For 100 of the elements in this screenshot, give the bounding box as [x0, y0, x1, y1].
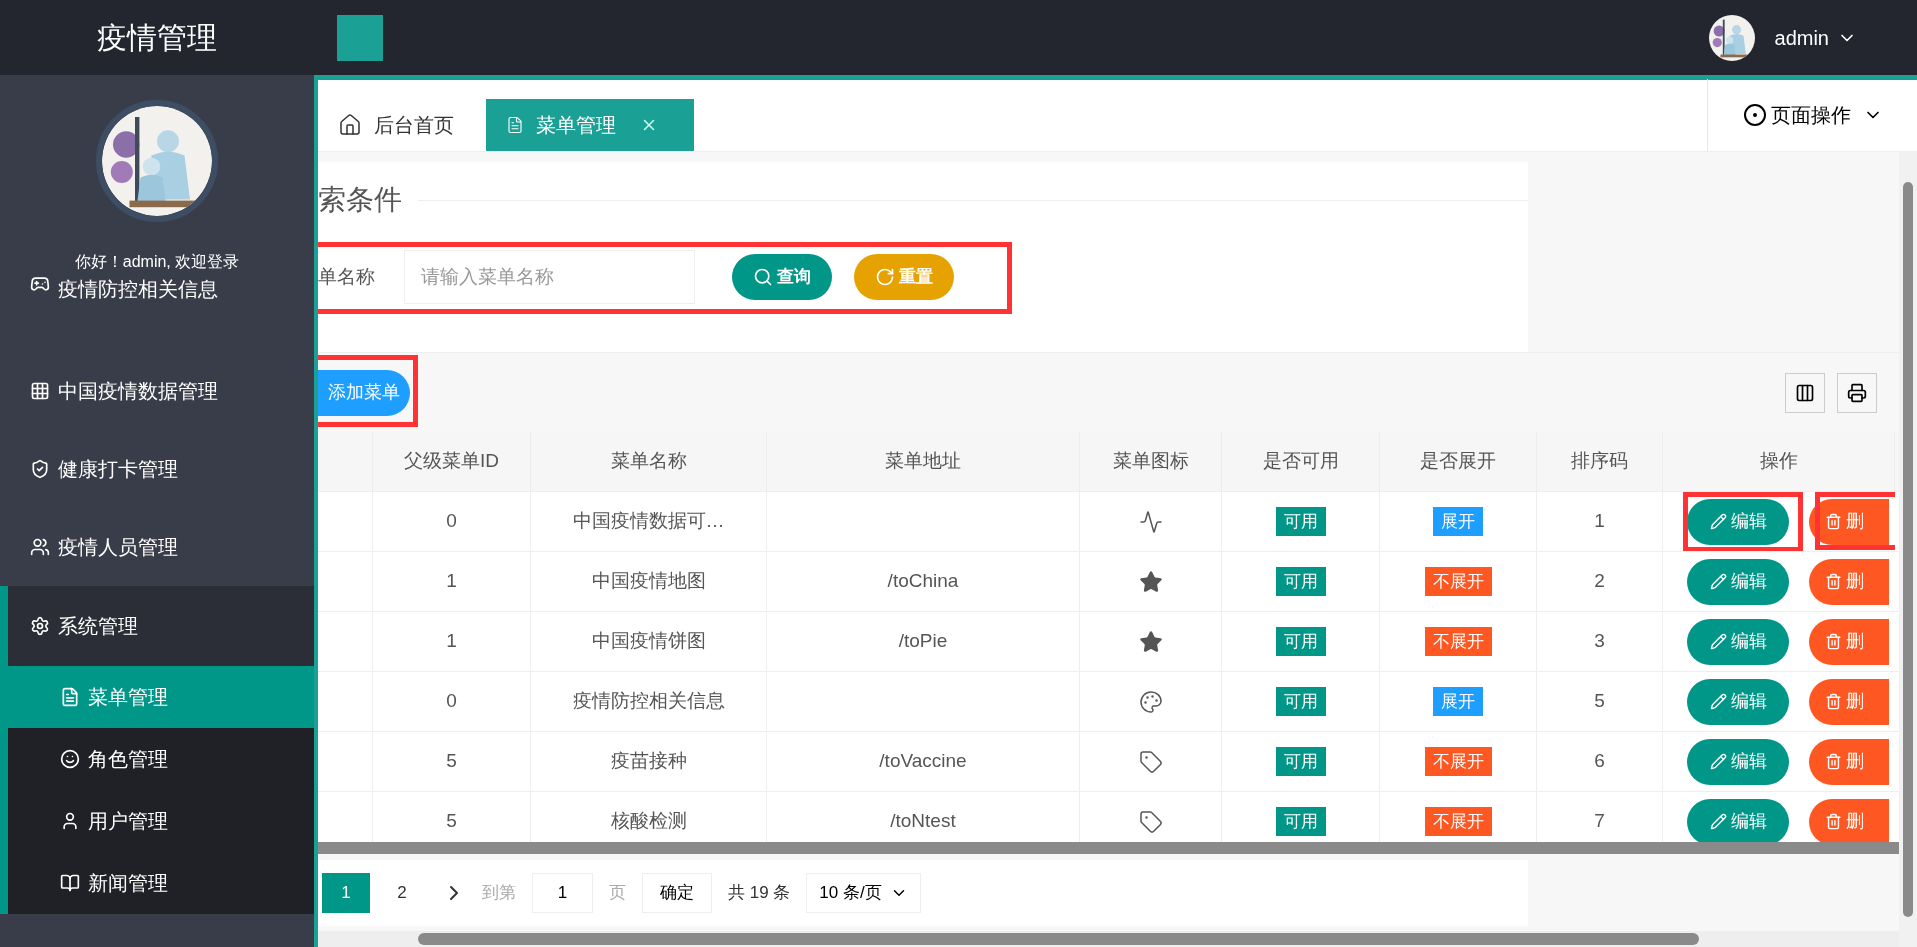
- delete-button[interactable]: 删: [1809, 558, 1889, 605]
- status-tag: 不展开: [1424, 746, 1492, 777]
- table-cell: 1: [1537, 492, 1663, 551]
- sidebar-item[interactable]: 健康打卡管理: [0, 430, 314, 508]
- gear-icon: [30, 616, 50, 636]
- sidebar-item[interactable]: 中国疫情数据管理: [0, 352, 314, 430]
- table-cell: 5: [373, 732, 531, 791]
- home-icon: [338, 113, 362, 137]
- column-header: 父级菜单ID: [373, 432, 531, 491]
- edit-button[interactable]: 编辑: [1687, 498, 1789, 545]
- pencil-icon: [1709, 753, 1727, 770]
- column-header: 是否展开: [1380, 432, 1537, 491]
- columns-icon: [1795, 382, 1815, 403]
- status-tag: 不展开: [1424, 626, 1492, 657]
- pencil-icon: [1709, 813, 1727, 830]
- trash-icon: [1825, 513, 1842, 530]
- table-cell: 中国疫情地图: [531, 552, 767, 611]
- grid-icon: [30, 381, 50, 401]
- trash-icon: [1825, 573, 1842, 590]
- submenu-item[interactable]: 用户管理: [8, 790, 314, 852]
- target-icon: [1742, 103, 1767, 127]
- edit-button[interactable]: 编辑: [1687, 618, 1789, 665]
- status-tag: 可用: [1275, 566, 1326, 597]
- sidebar-item[interactable]: 疫情人员管理: [0, 508, 314, 586]
- delete-button[interactable]: 删: [1809, 798, 1889, 842]
- submenu-item[interactable]: 新闻管理: [8, 852, 314, 914]
- page-button[interactable]: 2: [378, 873, 426, 913]
- status-tag: 展开: [1433, 506, 1483, 537]
- status-tag: 可用: [1275, 506, 1326, 537]
- pencil-icon: [1709, 693, 1727, 710]
- user-menu[interactable]: admin: [1774, 22, 1857, 53]
- section-title: 索条件: [318, 183, 402, 217]
- book-icon: [60, 873, 80, 893]
- goto-label: 到第: [482, 882, 516, 905]
- pencil-icon: [1709, 633, 1727, 650]
- status-tag: 可用: [1275, 626, 1326, 657]
- trash-icon: [1825, 753, 1842, 770]
- submenu-item[interactable]: 角色管理: [8, 728, 314, 790]
- sidebar-item[interactable]: 疫情防控相关信息: [0, 274, 314, 352]
- table-cell: 1: [373, 552, 531, 611]
- palette-icon: [1138, 689, 1163, 714]
- edit-button[interactable]: 编辑: [1687, 798, 1789, 842]
- trash-icon: [1825, 693, 1842, 710]
- table-cell: 5: [1537, 672, 1663, 731]
- delete-button[interactable]: 删: [1809, 678, 1889, 725]
- tab[interactable]: 后台首页: [318, 99, 486, 151]
- search-icon: [753, 267, 773, 287]
- table-cell: 6: [1537, 732, 1663, 791]
- star-icon: [1138, 569, 1163, 594]
- reset-button[interactable]: 重置: [854, 254, 954, 300]
- tag-icon: [1138, 749, 1163, 774]
- tab[interactable]: 菜单管理: [486, 99, 694, 151]
- delete-button[interactable]: 删: [1809, 738, 1889, 785]
- refresh-icon: [875, 267, 895, 287]
- printer-icon: [1847, 382, 1867, 403]
- column-header: 菜单图标: [1080, 432, 1222, 491]
- add-menu-button[interactable]: 添加菜单: [318, 369, 410, 416]
- tag-icon: [1138, 809, 1163, 834]
- table-cell: 疫苗接种: [531, 732, 767, 791]
- pulse-icon: [1138, 509, 1163, 534]
- status-tag: 不展开: [1424, 806, 1492, 837]
- menu-toggle-button[interactable]: [337, 14, 383, 61]
- table-cell: 2: [1537, 552, 1663, 611]
- field-label: 单名称: [318, 264, 376, 289]
- table-cell: 1: [373, 612, 531, 671]
- table-cell: /toPie: [767, 612, 1080, 671]
- table-cell: 中国疫情数据可…: [531, 492, 767, 551]
- status-tag: 可用: [1275, 686, 1326, 717]
- status-tag: 展开: [1433, 686, 1483, 717]
- status-tag: 不展开: [1424, 566, 1492, 597]
- edit-button[interactable]: 编辑: [1687, 558, 1789, 605]
- smile-icon: [60, 749, 80, 769]
- trash-icon: [1825, 813, 1842, 830]
- delete-button[interactable]: 删: [1809, 498, 1889, 545]
- confirm-button[interactable]: 确定: [642, 873, 712, 913]
- input-field[interactable]: 请输入菜单名称: [404, 250, 695, 304]
- column-header: 菜单名称: [531, 432, 767, 491]
- document-icon: [60, 687, 80, 707]
- page-button[interactable]: 1: [322, 873, 370, 913]
- delete-button[interactable]: 删: [1809, 618, 1889, 665]
- search-button[interactable]: 查询: [732, 254, 832, 300]
- edit-button[interactable]: 编辑: [1687, 678, 1789, 725]
- status-tag: 可用: [1275, 746, 1326, 777]
- column-header: 菜单地址: [767, 432, 1080, 491]
- shield-icon: [30, 459, 50, 479]
- table-cell: 0: [373, 492, 531, 551]
- edit-button[interactable]: 编辑: [1687, 738, 1789, 785]
- table-cell: 0: [373, 672, 531, 731]
- table-cell: 3: [1537, 612, 1663, 671]
- sidebar-item[interactable]: 系统管理: [8, 586, 314, 666]
- trash-icon: [1825, 633, 1842, 650]
- table-cell: 疫情防控相关信息: [531, 672, 767, 731]
- user-icon: [60, 811, 80, 831]
- page-size-select[interactable]: 10 条/页: [806, 873, 921, 913]
- page-actions-button[interactable]: 页面操作: [1707, 79, 1917, 151]
- page-input[interactable]: 1: [532, 873, 593, 913]
- columns-button[interactable]: [1785, 372, 1825, 413]
- table-cell: /toChina: [767, 552, 1080, 611]
- export-button[interactable]: [1837, 372, 1877, 413]
- total-count: 共 19 条: [728, 882, 791, 905]
